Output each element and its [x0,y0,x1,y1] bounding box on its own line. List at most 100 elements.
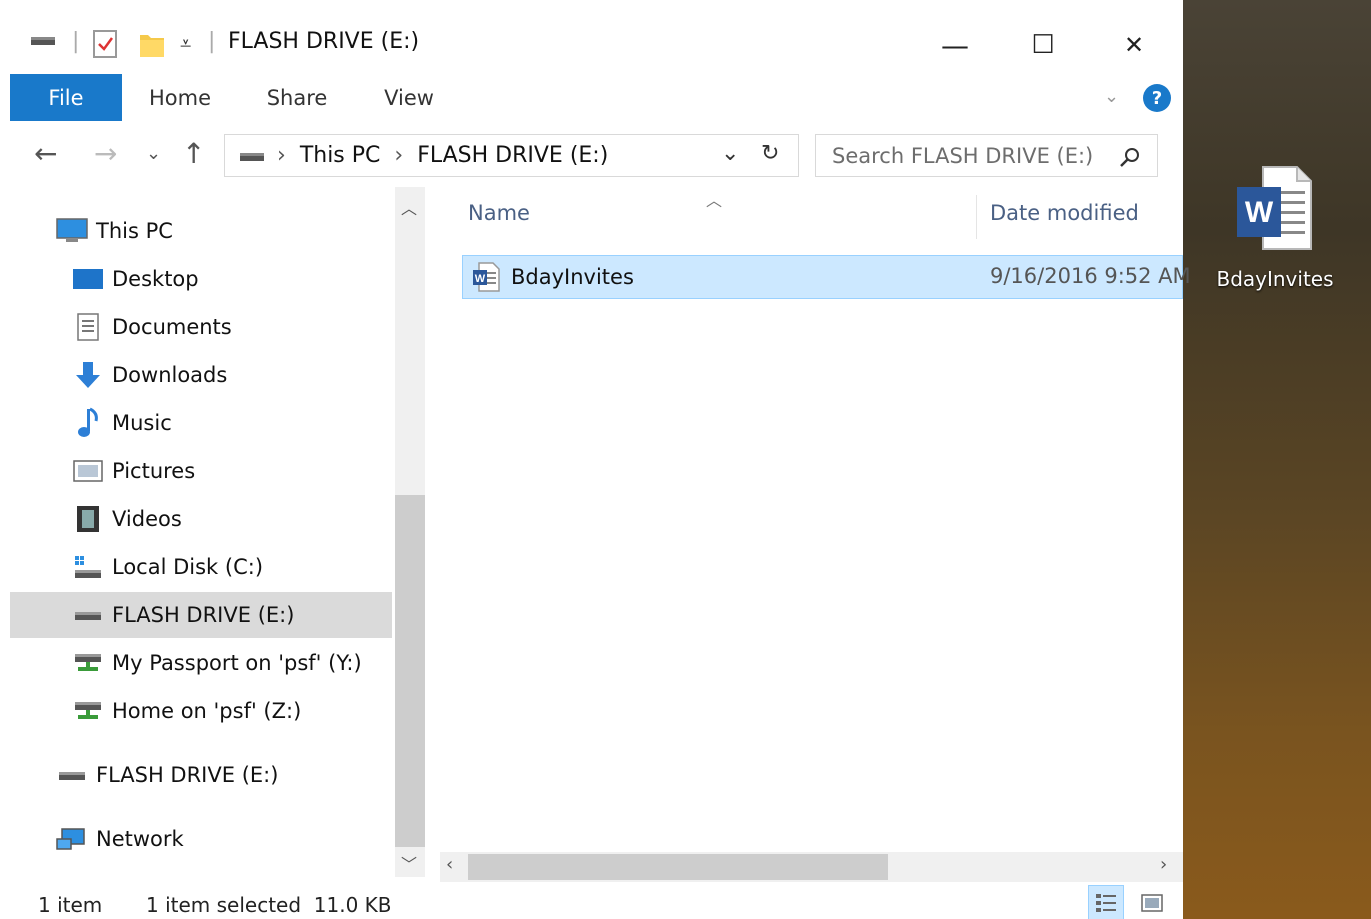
up-arrow-icon[interactable]: ↑ [182,137,205,170]
customize-qa-chevron-icon[interactable]: ⩡ [180,31,191,55]
nav-item-label: Music [112,411,172,435]
nav-item-local-disk[interactable]: Local Disk (C:) [10,544,392,590]
breadcrumb-flash-drive[interactable]: FLASH DRIVE (E:) [417,143,608,168]
nav-item-home-psf[interactable]: Home on 'psf' (Z:) [10,688,392,734]
nav-item-label: Network [96,827,184,851]
tab-file[interactable]: File [10,74,122,121]
nav-item-label: Videos [112,507,182,531]
close-button[interactable]: ✕ [1111,25,1157,65]
tab-share[interactable]: Share [256,74,338,121]
network-drive-icon [75,702,101,719]
drive-icon [75,612,101,620]
documents-icon [77,313,99,341]
file-explorer-window: | ⩡ | FLASH DRIVE (E:) — ☐ ✕ File Home S… [0,0,1191,919]
nav-item-label: My Passport on 'psf' (Y:) [112,651,362,675]
help-icon[interactable]: ? [1143,84,1171,112]
status-item-count: 1 item [38,893,103,917]
file-row-bdayinvites[interactable]: W BdayInvites 9/16/2016 9:52 AM [462,255,1191,299]
file-date-modified: 9/16/2016 9:52 AM [990,264,1191,288]
local-disk-icon [75,556,101,578]
scroll-down-chevron-icon[interactable]: ﹀ [401,851,417,875]
large-icons-view-button[interactable] [1134,885,1170,919]
title-bar: | ⩡ | FLASH DRIVE (E:) — ☐ ✕ [10,15,1183,73]
nav-item-documents[interactable]: Documents [10,304,392,350]
pictures-icon [73,460,103,482]
music-icon [78,407,98,437]
search-icon [1120,148,1139,167]
details-view-button[interactable] [1088,885,1124,919]
navigation-bar: ← → ⌄ ↑ › This PC › FLASH DRIVE (E:) ⌄ ↻… [10,129,1183,181]
new-folder-icon[interactable] [138,29,166,59]
file-list: ︿ Name Date modified W BdayInvites 9/16/… [440,187,1191,852]
nav-item-network[interactable]: Network [10,816,392,862]
drive-icon [59,772,85,780]
address-history-chevron-icon[interactable]: ⌄ [721,141,739,166]
nav-item-flash-drive[interactable]: FLASH DRIVE (E:) [10,592,392,638]
nav-item-music[interactable]: Music [10,400,392,446]
navigation-pane: This PC Desktop Documents Downloads Musi… [10,187,395,877]
scroll-up-chevron-icon[interactable]: ︿ [401,195,417,219]
maximize-button[interactable]: ☐ [1020,25,1066,65]
nav-item-this-pc[interactable]: This PC [10,208,392,254]
back-arrow-icon[interactable]: ← [34,137,57,170]
drive-icon[interactable] [30,33,56,47]
address-bar[interactable]: › This PC › FLASH DRIVE (E:) ⌄ ↻ [224,134,799,177]
ribbon-tabs: File Home Share View ⌄ ? [10,74,1183,121]
window-title: FLASH DRIVE (E:) [228,29,420,54]
breadcrumb-separator: › [277,143,286,168]
scroll-right-chevron-icon[interactable]: › [1160,854,1167,875]
recent-locations-chevron-icon[interactable]: ⌄ [146,143,161,164]
desktop-background: W BdayInvites [1183,0,1371,919]
nav-item-label: Home on 'psf' (Z:) [112,699,302,723]
word-document-icon: W [1237,166,1312,250]
search-placeholder: Search FLASH DRIVE (E:) [832,143,1094,168]
status-selection: 1 item selected 11.0 KB [146,893,392,917]
nav-item-desktop[interactable]: Desktop [10,256,392,302]
nav-pane-scroll-thumb[interactable] [395,495,425,847]
search-input[interactable]: Search FLASH DRIVE (E:) [815,134,1158,177]
qa-separator: | [72,29,80,54]
refresh-icon[interactable]: ↻ [761,141,779,166]
nav-pane-scrollbar[interactable]: ︿ ﹀ [395,187,425,877]
videos-icon [77,506,99,532]
svg-text:W: W [475,273,486,285]
tab-home[interactable]: Home [136,74,224,121]
nav-item-label: FLASH DRIVE (E:) [96,763,279,787]
nav-item-label: This PC [96,219,173,243]
nav-item-label: Desktop [112,267,199,291]
nav-item-label: FLASH DRIVE (E:) [112,603,295,627]
nav-item-label: Documents [112,315,232,339]
horizontal-scroll-thumb[interactable] [468,854,888,880]
drive-icon [240,152,264,161]
svg-text:W: W [1245,196,1274,229]
computer-icon [56,218,88,242]
nav-item-my-passport[interactable]: My Passport on 'psf' (Y:) [10,640,392,686]
scroll-left-chevron-icon[interactable]: ‹ [446,854,453,875]
column-header-name[interactable]: Name [468,201,530,225]
breadcrumb-separator: › [394,143,404,168]
forward-arrow-icon[interactable]: → [94,137,117,170]
file-name: BdayInvites [511,265,634,289]
expand-ribbon-chevron-icon[interactable]: ⌄ [1104,86,1119,107]
nav-item-label: Local Disk (C:) [112,555,264,579]
nav-item-downloads[interactable]: Downloads [10,352,392,398]
breadcrumb-this-pc[interactable]: This PC [300,143,381,168]
details-view-icon [1096,894,1116,912]
column-divider [976,195,977,239]
nav-item-videos[interactable]: Videos [10,496,392,542]
nav-item-pictures[interactable]: Pictures [10,448,392,494]
tab-view[interactable]: View [372,74,446,121]
desktop-file-label: BdayInvites [1216,267,1334,291]
minimize-button[interactable]: — [932,25,978,65]
column-header-date-modified[interactable]: Date modified [990,201,1139,225]
file-list-horizontal-scrollbar[interactable]: ‹ › [440,852,1183,882]
nav-item-label: Downloads [112,363,228,387]
qa-separator: | [208,29,216,54]
status-bar: 1 item 1 item selected 11.0 KB [10,885,1183,919]
desktop-icon [73,269,103,289]
nav-item-flash-drive-root[interactable]: FLASH DRIVE (E:) [10,752,392,798]
desktop-file-bdayinvites[interactable]: W BdayInvites [1205,165,1345,291]
properties-icon[interactable] [92,29,118,59]
downloads-icon [76,362,100,388]
large-icons-view-icon [1141,894,1163,912]
